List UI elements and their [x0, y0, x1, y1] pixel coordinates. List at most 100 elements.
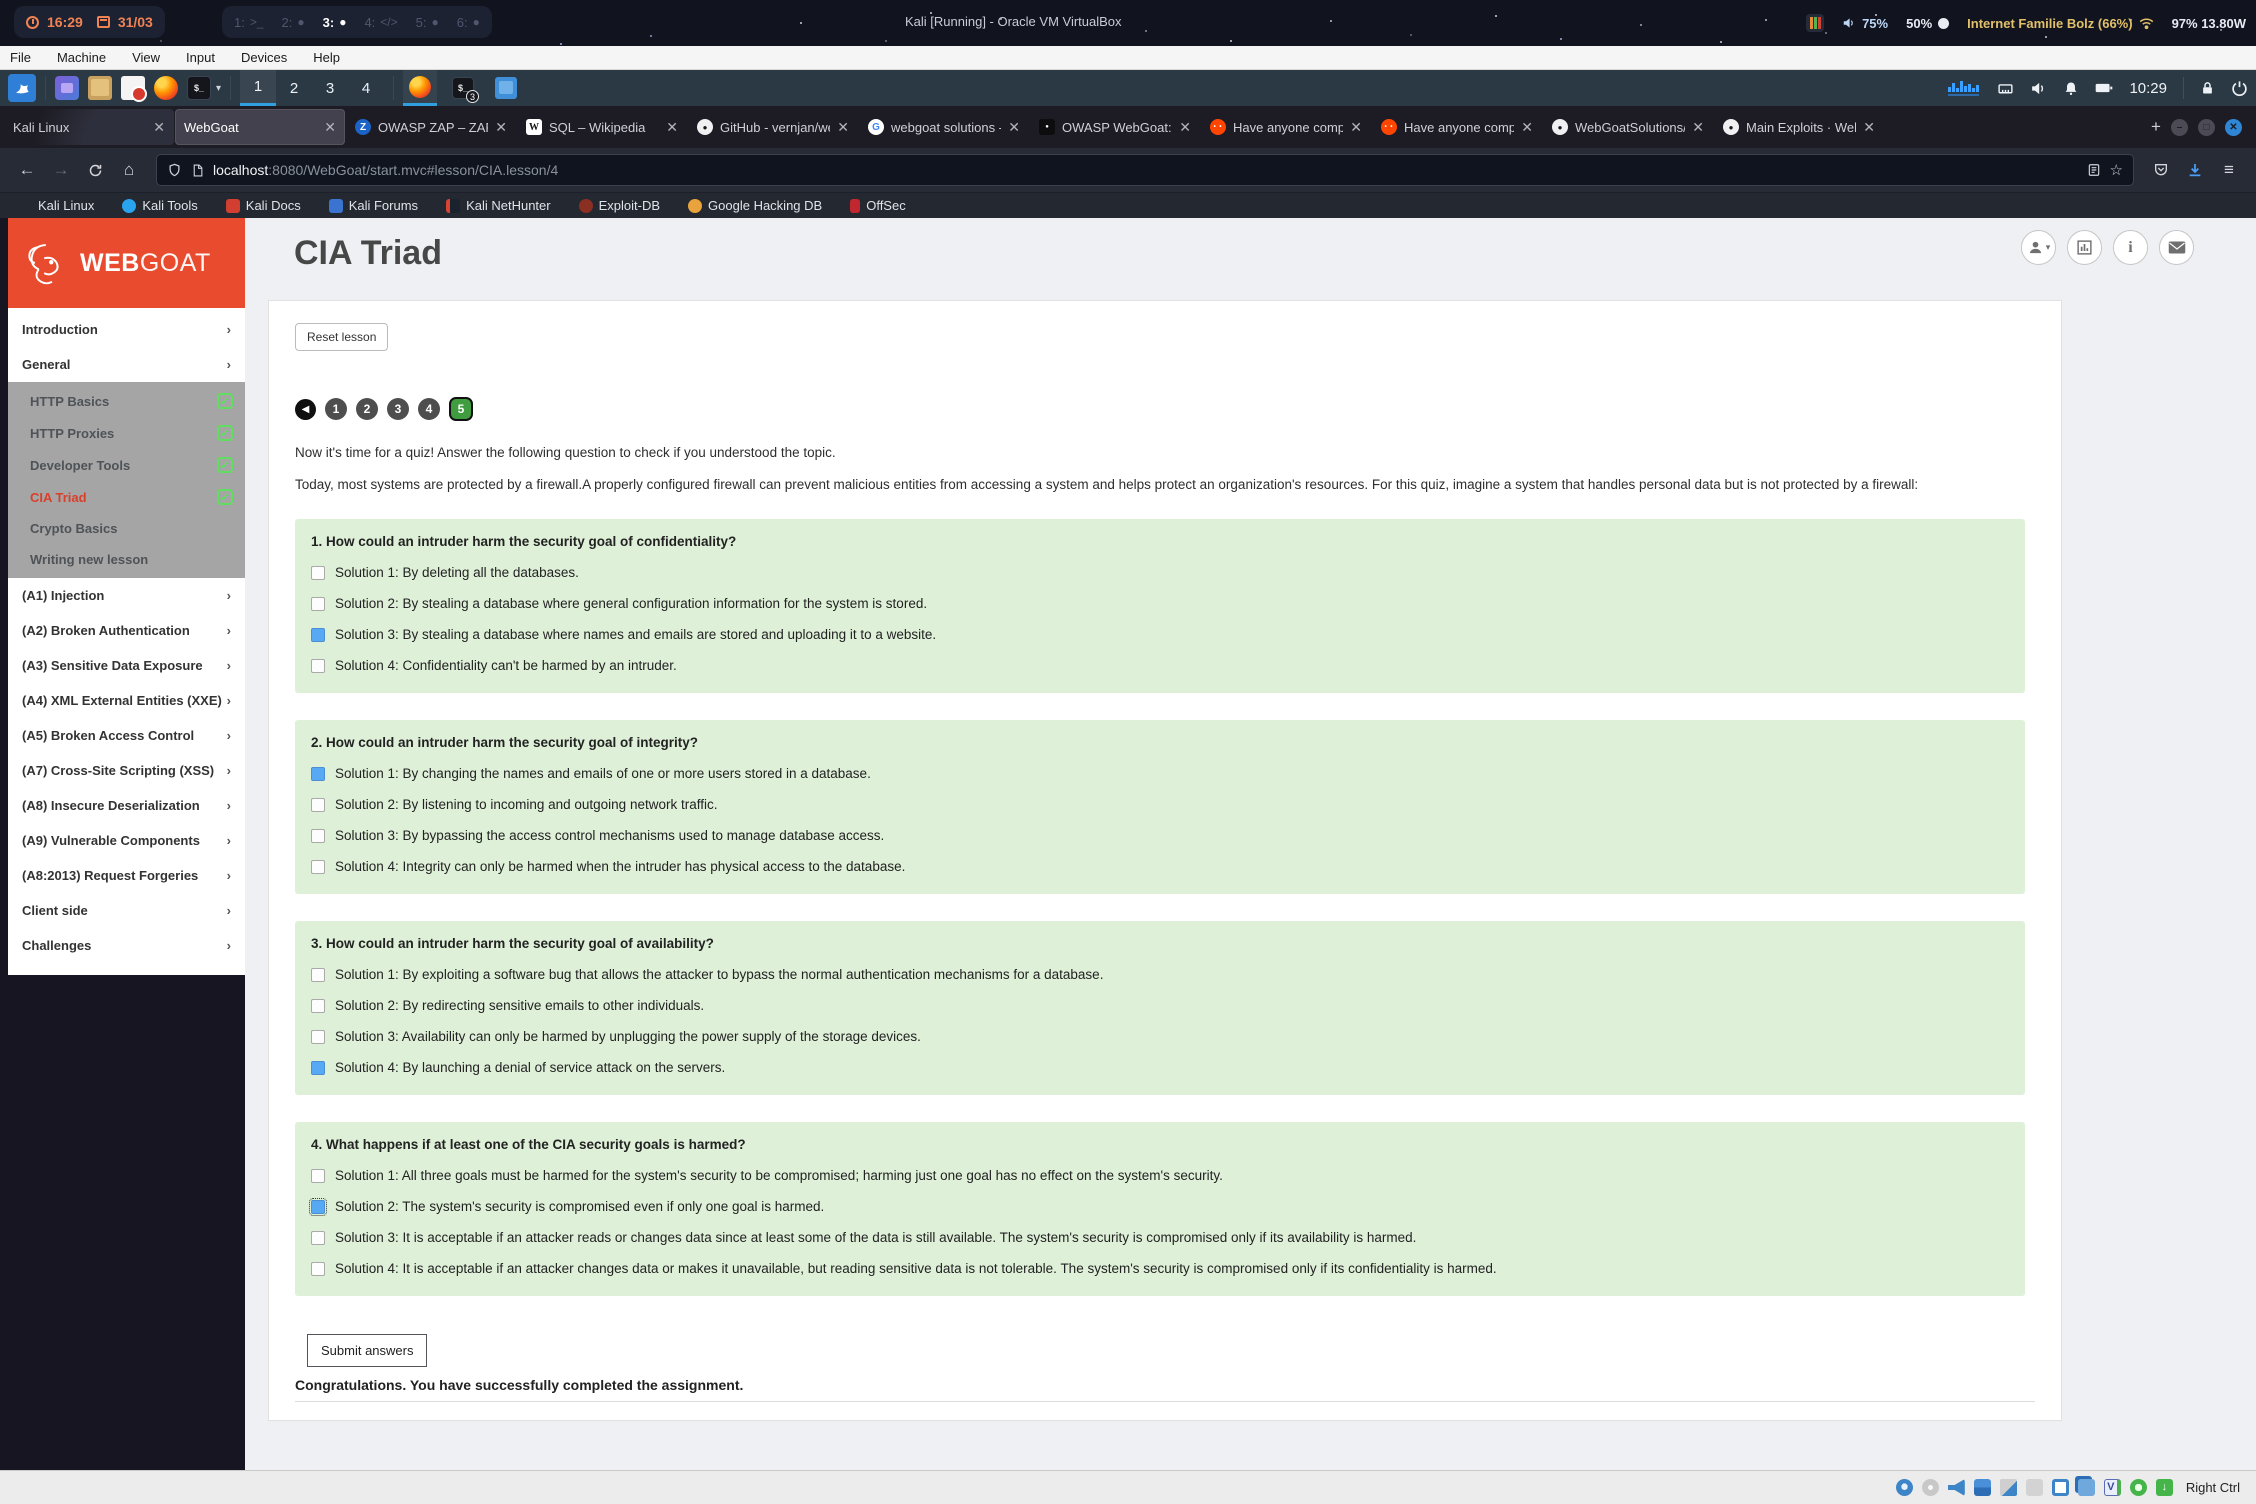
tab-close-icon[interactable]: ✕ — [495, 119, 507, 136]
open-window-terminal[interactable]: $_ 3 — [446, 70, 480, 106]
quiz-checkbox[interactable] — [311, 566, 325, 580]
terminal-dropdown-caret[interactable]: ▾ — [216, 83, 221, 94]
minimize-button[interactable]: – — [2171, 119, 2188, 136]
browser-tab[interactable]: WebGoat✕ — [175, 109, 345, 145]
virtualbox-tray-icon[interactable] — [1806, 14, 1824, 32]
sidebar-subitem-http-basics[interactable]: HTTP Basics✓ — [8, 385, 245, 417]
quiz-checkbox[interactable] — [311, 659, 325, 673]
lesson-page-button[interactable]: 5 — [449, 397, 473, 421]
quiz-checkbox[interactable] — [311, 968, 325, 982]
lock-screen-icon[interactable] — [2200, 80, 2215, 97]
report-card-button[interactable] — [2067, 230, 2102, 265]
bookmark-item[interactable]: Google Hacking DB — [688, 198, 822, 213]
browser-tab[interactable]: SQL – Wikipedia✕ — [517, 109, 687, 145]
vbox-menu-item[interactable]: File — [10, 50, 31, 65]
terminal-launcher-icon[interactable]: $_ — [187, 76, 211, 100]
quiz-checkbox[interactable] — [311, 860, 325, 874]
host-workspace-item[interactable]: 5:● — [416, 15, 439, 30]
cpu-graph-widget[interactable] — [1947, 78, 1981, 98]
maximize-button[interactable]: □ — [2198, 119, 2215, 136]
previous-page-button[interactable]: ◀ — [295, 399, 316, 420]
taskbar-workspace-button[interactable]: 3 — [312, 70, 348, 106]
browser-tab[interactable]: webgoat solutions -✕ — [859, 109, 1029, 145]
back-button[interactable]: ← — [12, 155, 42, 185]
host-volume-indicator[interactable]: 75% — [1842, 16, 1888, 31]
quiz-checkbox[interactable] — [311, 999, 325, 1013]
downloads-icon[interactable] — [2180, 155, 2210, 185]
host-brightness-indicator[interactable]: 50% — [1906, 16, 1949, 31]
sidebar-item--a8-insecure-deserialization[interactable]: (A8) Insecure Deserialization› — [8, 788, 245, 823]
browser-tab[interactable]: OWASP WebGoat: G✕ — [1030, 109, 1200, 145]
tab-close-icon[interactable]: ✕ — [1692, 119, 1704, 136]
host-workspace-item[interactable]: 4:</> — [364, 15, 397, 30]
browser-tab[interactable]: GitHub - vernjan/we✕ — [688, 109, 858, 145]
close-button[interactable]: ✕ — [2225, 119, 2242, 136]
sidebar-item--a4-xml-external-entities-xxe-[interactable]: (A4) XML External Entities (XXE)› — [8, 683, 245, 718]
sidebar-subitem-http-proxies[interactable]: HTTP Proxies✓ — [8, 417, 245, 449]
quiz-checkbox[interactable] — [311, 1231, 325, 1245]
tab-close-icon[interactable]: ✕ — [153, 119, 165, 136]
file-manager-launcher-icon[interactable] — [88, 76, 112, 100]
tab-close-icon[interactable]: ✕ — [1008, 119, 1020, 136]
browser-tab[interactable]: Have anyone comple✕ — [1201, 109, 1371, 145]
host-battery-indicator[interactable]: 97% 13.80W — [2172, 16, 2246, 31]
vbox-menu-item[interactable]: Devices — [241, 50, 287, 65]
lesson-page-button[interactable]: 3 — [387, 398, 409, 420]
vbox-features-indicator-icon[interactable]: V — [2104, 1479, 2121, 1496]
sidebar-subitem-writing-new-lesson[interactable]: Writing new lesson — [8, 544, 245, 575]
sidebar-subitem-cia-triad[interactable]: CIA Triad✓ — [8, 481, 245, 513]
open-window-files[interactable] — [489, 70, 523, 106]
network-tray-icon[interactable] — [1997, 80, 2014, 97]
audio-status-icon[interactable] — [1948, 1479, 1965, 1496]
tab-close-icon[interactable]: ✕ — [1521, 119, 1533, 136]
home-button[interactable]: ⌂ — [114, 155, 144, 185]
host-workspace-item[interactable]: 1:>_ — [234, 15, 264, 30]
submit-answers-button[interactable]: Submit answers — [307, 1334, 427, 1367]
host-wifi-indicator[interactable]: Internet Familie Bolz (66%) — [1967, 16, 2153, 31]
quiz-checkbox[interactable] — [311, 767, 325, 781]
sidebar-item-introduction[interactable]: Introduction› — [8, 312, 245, 347]
forward-button[interactable]: → — [46, 155, 76, 185]
battery-tray-icon[interactable] — [2095, 80, 2113, 96]
sidebar-item--a3-sensitive-data-exposure[interactable]: (A3) Sensitive Data Exposure› — [8, 648, 245, 683]
contact-button[interactable] — [2159, 230, 2194, 265]
open-window-firefox[interactable] — [403, 70, 437, 106]
quiz-checkbox[interactable] — [311, 829, 325, 843]
reader-view-icon[interactable] — [2087, 163, 2101, 177]
vbox-menu-item[interactable]: Help — [313, 50, 340, 65]
text-editor-launcher-icon[interactable] — [121, 76, 145, 100]
quiz-checkbox[interactable] — [311, 1262, 325, 1276]
lesson-page-button[interactable]: 4 — [418, 398, 440, 420]
browser-tab[interactable]: WebGoatSolutions/S✕ — [1543, 109, 1713, 145]
quiz-checkbox[interactable] — [311, 628, 325, 642]
app-launcher-icon[interactable] — [55, 76, 79, 100]
taskbar-workspace-button[interactable]: 1 — [240, 70, 276, 106]
sidebar-item--a7-cross-site-scripting-xss-[interactable]: (A7) Cross-Site Scripting (XSS)› — [8, 753, 245, 788]
new-tab-button[interactable]: + — [2141, 112, 2171, 142]
bookmark-item[interactable]: OffSec — [850, 198, 906, 213]
quiz-checkbox[interactable] — [311, 798, 325, 812]
user-menu-button[interactable]: ▾ — [2021, 230, 2056, 265]
tab-close-icon[interactable]: ✕ — [837, 119, 849, 136]
taskbar-workspace-button[interactable]: 4 — [348, 70, 384, 106]
quiz-checkbox[interactable] — [311, 597, 325, 611]
network-status-icon[interactable] — [1974, 1479, 1991, 1496]
url-bar[interactable]: localhost:8080/WebGoat/start.mvc#lesson/… — [156, 154, 2134, 186]
reload-button[interactable] — [80, 155, 110, 185]
sidebar-item--a9-vulnerable-components[interactable]: (A9) Vulnerable Components› — [8, 823, 245, 858]
bookmark-item[interactable]: Kali Forums — [329, 198, 418, 213]
notifications-bell-icon[interactable] — [2063, 80, 2079, 97]
kali-menu-button[interactable] — [8, 74, 36, 102]
vbox-menu-item[interactable]: Machine — [57, 50, 106, 65]
bookmark-item[interactable]: Kali Docs — [226, 198, 301, 213]
sidebar-item--a8-2013-request-forgeries[interactable]: (A8:2013) Request Forgeries› — [8, 858, 245, 893]
tab-close-icon[interactable]: ✕ — [1863, 119, 1875, 136]
power-icon[interactable] — [2231, 80, 2248, 97]
lesson-page-button[interactable]: 1 — [325, 398, 347, 420]
vbox-menu-item[interactable]: Input — [186, 50, 215, 65]
webgoat-logo[interactable]: WEBGOAT — [8, 218, 245, 308]
display-status-icon[interactable] — [2052, 1479, 2069, 1496]
guest-clock[interactable]: 10:29 — [2129, 80, 2167, 97]
sidebar-item--a2-broken-authentication[interactable]: (A2) Broken Authentication› — [8, 613, 245, 648]
shared-folders-status-icon[interactable] — [2026, 1479, 2043, 1496]
